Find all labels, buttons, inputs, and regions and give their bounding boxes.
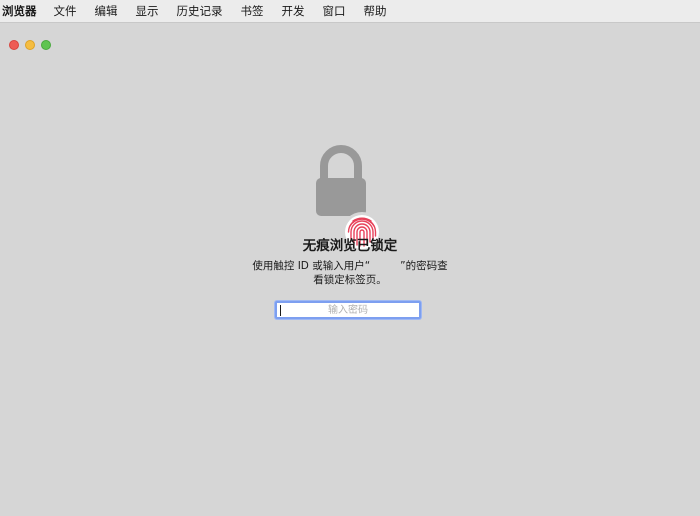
close-button[interactable] [9, 40, 19, 50]
menu-browser[interactable]: 浏览器 [2, 3, 37, 19]
password-input[interactable] [277, 303, 419, 317]
menu-help[interactable]: 帮助 [364, 3, 387, 19]
menu-history[interactable]: 历史记录 [177, 3, 223, 19]
password-field-container [275, 301, 421, 319]
lock-title: 无痕浏览已锁定 [302, 238, 398, 254]
description-line-2: 看锁定标签页。 [313, 274, 387, 286]
menu-develop[interactable]: 开发 [282, 3, 305, 19]
menu-bookmarks[interactable]: 书签 [241, 3, 264, 19]
zoom-button[interactable] [41, 40, 51, 50]
description-line-1: 使用触控 ID 或输入用户“ ”的密码查 [0, 259, 700, 273]
minimize-button[interactable] [25, 40, 35, 50]
menu-window[interactable]: 窗口 [323, 3, 346, 19]
menu-file[interactable]: 文件 [54, 3, 77, 19]
window-controls [9, 40, 57, 50]
text-caret [280, 305, 281, 316]
description-part-1: 使用触控 ID 或输入用户“ [252, 260, 371, 272]
lock-description: 使用触控 ID 或输入用户“ ”的密码查 看锁定标签页。 [0, 259, 700, 287]
description-part-2: ”的密码查 [400, 260, 448, 272]
menu-view[interactable]: 显示 [136, 3, 159, 19]
menu-bar: 浏览器 文件 编辑 显示 历史记录 书签 开发 窗口 帮助 [0, 0, 700, 23]
menu-edit[interactable]: 编辑 [95, 3, 118, 19]
lock-illustration [310, 144, 382, 252]
